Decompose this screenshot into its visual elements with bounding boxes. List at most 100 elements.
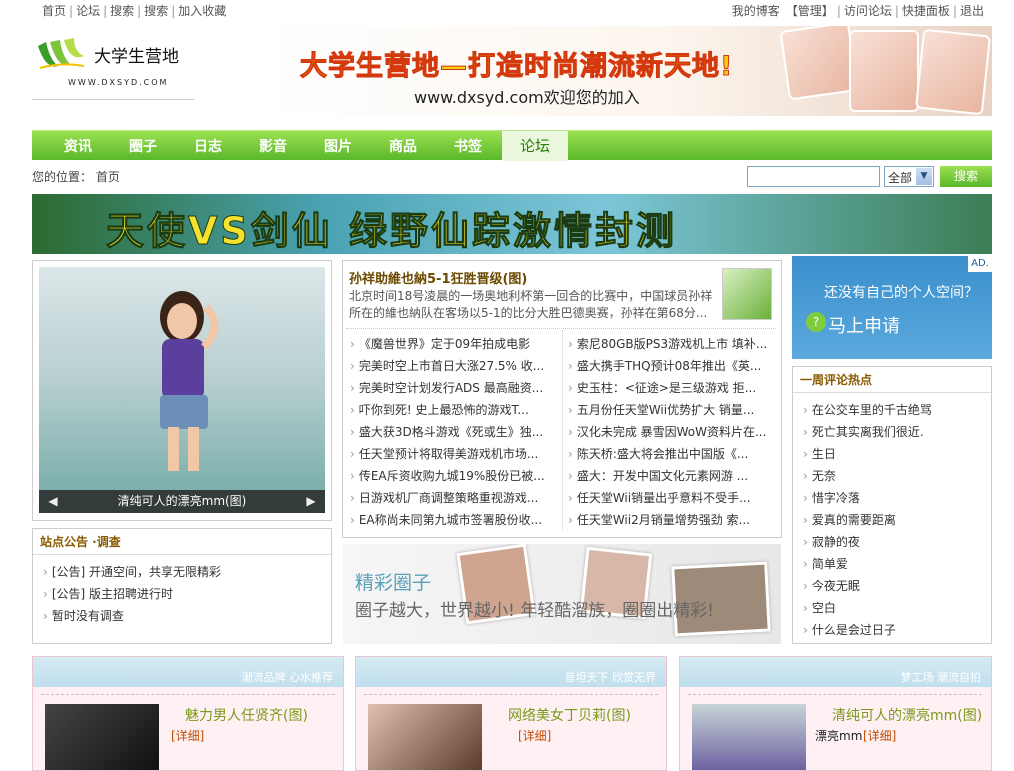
featured-photo[interactable]: ◀ 清纯可人的漂亮mm(图) ▶ [39, 267, 325, 513]
list-item[interactable]: 吓你到死! 史上最恐怖的游戏T... [350, 399, 556, 421]
banner-photo [849, 30, 919, 112]
logo-text: 大学生营地 [94, 47, 179, 67]
list-item[interactable]: 今夜无眠 [803, 575, 981, 597]
link-home[interactable]: 首页 [42, 4, 66, 18]
list-item[interactable]: 生日 [803, 443, 981, 465]
next-arrow-icon[interactable]: ▶ [301, 490, 321, 513]
list-item[interactable]: 陈天桥:盛大将会推出中国版《... [568, 443, 774, 465]
list-item[interactable]: 在公交车里的千古绝骂 [803, 399, 981, 421]
list-item[interactable]: 盛大：开发中国文化元素网游 ... [568, 465, 774, 487]
nav-media[interactable]: 影音 [259, 136, 287, 156]
list-item[interactable]: [公告] 版主招聘进行时 [43, 583, 321, 605]
list-item[interactable]: 汉化未完成 暴雪因WoW资料片在... [568, 421, 774, 443]
card-image[interactable] [692, 704, 806, 770]
card-image[interactable] [368, 704, 482, 770]
link-quick-panel[interactable]: 快捷面板 [902, 4, 950, 18]
list-item[interactable]: 日游戏机厂商调整策略重视游戏... [350, 487, 556, 509]
headline-summary: 北京时间18号凌晨的一场奥地利杯第一回合的比赛中，中国球员孙祥所在的維也納队在客… [349, 289, 713, 320]
card-detail-link[interactable]: [详细] [863, 727, 896, 744]
list-item[interactable]: 惜字冷落 [803, 487, 981, 509]
list-item[interactable]: 完美时空上市首日大涨27.5% 收... [350, 355, 556, 377]
link-manage[interactable]: 【管理】 [786, 4, 834, 18]
nav-diary[interactable]: 日志 [194, 136, 222, 156]
card-detail-link[interactable]: [详细] [518, 727, 551, 744]
photo-caption[interactable]: 清纯可人的漂亮mm(图) [118, 494, 247, 508]
divider [364, 694, 658, 695]
hot-comments-title: 一周评论热点 [793, 367, 991, 393]
list-item[interactable]: 无奈 [803, 465, 981, 487]
list-item[interactable]: 完美时空计划发行ADS 最高融资... [350, 377, 556, 399]
headline-title[interactable]: 孙祥助維也納5-1狂胜晋级(图) [349, 268, 527, 287]
prev-arrow-icon[interactable]: ◀ [43, 490, 63, 513]
circle-banner-slogan: 圈子越大，世界越小! 年轻酷溜族，圈圈出精彩! [355, 601, 715, 621]
banner-photo [915, 28, 991, 116]
person-illustration [160, 291, 219, 471]
card-tag[interactable]: 梦工场 潮流自拍 [901, 669, 982, 685]
search-scope-select[interactable]: 全部 ▼ [884, 166, 934, 187]
list-item[interactable]: 史玉柱：<征途>是三级游戏 拒... [568, 377, 774, 399]
logo-mark-icon [38, 38, 85, 69]
circle-banner-title: 精彩圈子 [355, 572, 432, 594]
nav-circles[interactable]: 圈子 [129, 136, 157, 156]
announcement-box: 站点公告 ·调查 [公告] 开通空间，共享无限精彩 [公告] 版主招聘进行时 暂… [32, 528, 332, 644]
question-icon: ? [806, 312, 826, 332]
link-bookmark[interactable]: 加入收藏 [178, 4, 226, 18]
list-item[interactable]: 任天堂预计将取得美游戏机市场... [350, 443, 556, 465]
link-visit-forum[interactable]: 访问论坛 [844, 4, 892, 18]
card-title[interactable]: 清纯可人的漂亮mm(图) [832, 705, 982, 725]
card-image[interactable] [45, 704, 159, 770]
list-item[interactable]: 任天堂Wii2月销量增势强劲 索... [568, 509, 774, 531]
list-item[interactable]: 任天堂Wii销量出乎意料不受手... [568, 487, 774, 509]
hot-comments-box: 一周评论热点 在公交车里的千古绝骂 死亡其实离我们很近. 生日 无奈 惜字冷落 … [792, 366, 992, 644]
nav-pictures[interactable]: 图片 [324, 136, 352, 156]
news-list-right: 索尼80GB版PS3游戏机上市 填补... 盛大携手THQ预计08年推出《英..… [568, 333, 774, 531]
link-search[interactable]: 搜索 [110, 4, 134, 18]
list-item: 暂时没有调查 [43, 605, 321, 627]
list-item[interactable]: [公告] 开通空间，共享无限精彩 [43, 561, 321, 583]
circle-banner[interactable]: 精彩圈子 圈子越大，世界越小! 年轻酷溜族，圈圈出精彩! [343, 544, 781, 644]
divider [346, 328, 776, 329]
list-item[interactable]: 死亡其实离我们很近. [803, 421, 981, 443]
ad-badge: AD. [968, 256, 992, 272]
breadcrumb-label: 您的位置： [32, 170, 93, 184]
list-item[interactable]: 传EA斥资收购九城19%股份已被... [350, 465, 556, 487]
nav-news[interactable]: 资讯 [64, 136, 92, 156]
card-tag[interactable]: 潮流品牌 心水推荐 [242, 669, 334, 685]
nav-forum[interactable]: 论坛 [502, 131, 569, 161]
list-item[interactable]: 盛大携手THQ预计08年推出《英... [568, 355, 774, 377]
list-item[interactable]: 索尼80GB版PS3游戏机上市 填补... [568, 333, 774, 355]
search-button[interactable]: 搜索 [940, 166, 992, 187]
list-item[interactable]: 简单爱 [803, 553, 981, 575]
card-tag[interactable]: 音坦天下 欣赏无界 [565, 669, 657, 685]
list-item[interactable]: 寂静的夜 [803, 531, 981, 553]
top-banner[interactable]: 大学生营地—打造时尚潮流新天地! www.dxsyd.com欢迎您的加入 [264, 26, 992, 116]
link-search-2[interactable]: 搜索 [144, 4, 168, 18]
photo-caption-bar: ◀ 清纯可人的漂亮mm(图) ▶ [39, 490, 325, 513]
list-item[interactable]: 什么是会过日子 [803, 619, 981, 641]
list-item[interactable]: 五月份任天堂Wii优势扩大 销量... [568, 399, 774, 421]
breadcrumb: 您的位置： 首页 [32, 168, 120, 185]
list-item[interactable]: EA称尚未同第九城市签署股份收... [350, 509, 556, 531]
site-logo[interactable]: 大学生营地 WWW.DXSYD.COM [32, 30, 194, 100]
link-forum[interactable]: 论坛 [76, 4, 100, 18]
nav-goods[interactable]: 商品 [389, 136, 417, 156]
link-logout[interactable]: 退出 [960, 4, 984, 18]
chevron-down-icon[interactable]: ▼ [916, 168, 932, 185]
card-title[interactable]: 魅力男人任贤齐(图) [185, 705, 308, 725]
list-item[interactable]: 爱真的需要距离 [803, 509, 981, 531]
list-item[interactable]: 《魔兽世界》定于09年拍成电影 [350, 333, 556, 355]
breadcrumb-home[interactable]: 首页 [96, 170, 120, 184]
search-input[interactable] [747, 166, 880, 187]
card-title[interactable]: 网络美女丁贝莉(图) [508, 705, 631, 725]
apply-now-link[interactable]: 马上申请 [828, 312, 900, 338]
space-signup-ad[interactable]: AD. 还没有自己的个人空间？ ? 马上申请 [792, 256, 992, 359]
headline-thumbnail[interactable] [722, 268, 772, 320]
list-item[interactable]: 空白 [803, 597, 981, 619]
banner-photo [779, 26, 859, 101]
game-banner[interactable]: 天使VS剑仙 绿野仙踪激情封测 [32, 194, 992, 254]
divider [41, 694, 335, 695]
nav-bookmarks[interactable]: 书签 [454, 136, 482, 156]
card-detail-link[interactable]: [详细] [171, 727, 204, 744]
list-item[interactable]: 盛大获3D格斗游戏《死或生》独... [350, 421, 556, 443]
link-my-blog[interactable]: 我的博客 [732, 4, 780, 18]
